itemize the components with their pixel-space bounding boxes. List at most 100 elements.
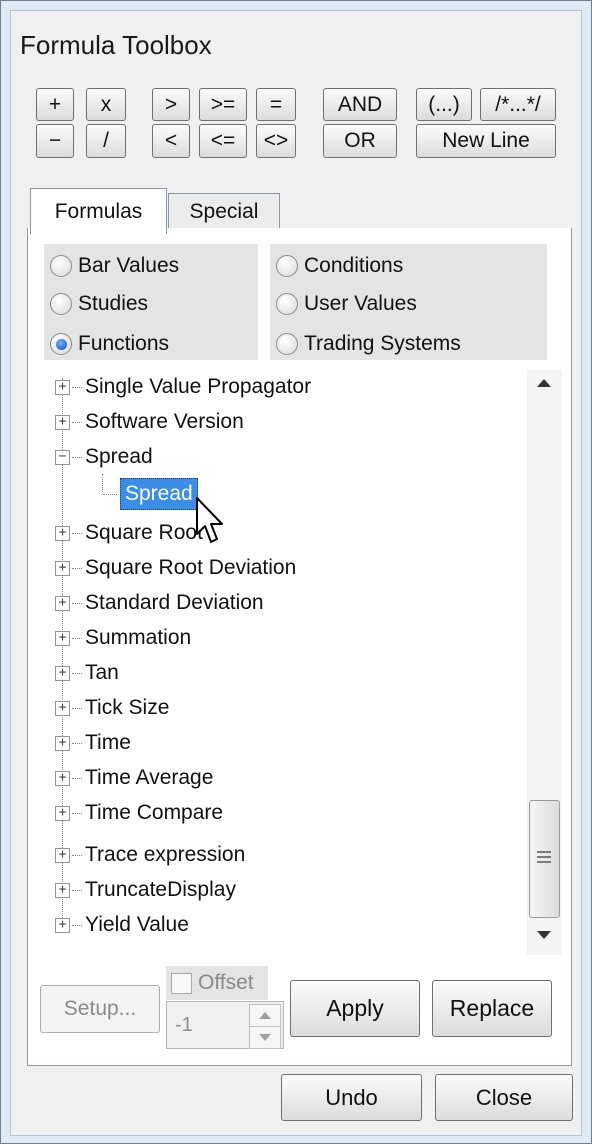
apply-button[interactable]: Apply [290,980,420,1037]
less-equal-button[interactable]: <= [199,124,247,158]
window-title: Formula Toolbox [20,30,212,60]
tree-item[interactable]: + Tan [55,656,119,690]
expand-icon[interactable]: + [55,917,70,933]
offset-spinbox[interactable]: -1 [166,1001,284,1049]
radio-studies[interactable]: Studies [50,292,148,316]
tree-item[interactable]: + Time Average [55,761,213,795]
spin-up-button[interactable] [249,1004,281,1027]
radio-functions[interactable]: Functions [50,332,169,356]
divide-button[interactable]: / [86,124,126,158]
tree-item-label: Standard Deviation [85,591,264,614]
expand-icon[interactable]: + [55,379,70,395]
tree-item[interactable]: + Time Compare [55,796,223,830]
radio-icon [276,333,298,355]
tree-item[interactable]: + Software Version [55,405,244,439]
tree-item[interactable]: + Trace expression [55,838,245,872]
spin-down-button[interactable] [249,1026,281,1049]
tree-child-item-selected[interactable]: Spread [103,477,198,511]
expand-icon[interactable]: + [55,735,70,751]
plus-button[interactable]: + [36,88,74,121]
tree-item-label: Yield Value [85,913,189,936]
multiply-button[interactable]: x [86,88,126,121]
tree-item[interactable]: + Yield Value [55,908,189,942]
tree-item-label: Trace expression [85,843,246,866]
undo-button[interactable]: Undo [281,1074,422,1121]
tab-special[interactable]: Special [168,193,280,229]
tree-item[interactable]: + TruncateDisplay [55,873,236,907]
radio-label: Studies [78,292,149,315]
tree-item-label: Tan [85,661,119,684]
setup-button[interactable]: Setup... [40,985,160,1033]
tree-item[interactable]: + Summation [55,621,191,655]
and-button[interactable]: AND [323,88,397,121]
scroll-down-icon[interactable] [536,930,552,940]
offset-checkbox[interactable]: Offset [166,966,268,1000]
tree-item[interactable]: + Single Value Propagator [55,370,311,404]
tree-item-label: Software Version [85,410,244,433]
checkbox-icon [171,972,192,994]
tab-formulas[interactable]: Formulas [30,188,167,234]
expand-icon[interactable]: + [55,665,70,681]
tree-item-label: Time [85,731,131,754]
tree-item[interactable]: + Square Root Deviation [55,551,296,585]
spin-down-icon [259,1034,271,1041]
radio-icon [276,255,298,277]
radio-icon [50,255,72,277]
tree-item-label: Spread [85,445,153,468]
tree-item-label: Square Root [85,521,203,544]
radio-conditions[interactable]: Conditions [276,254,403,278]
close-button[interactable]: Close [435,1074,573,1121]
not-equal-button[interactable]: <> [256,124,296,158]
tree-item[interactable]: + Square Root [55,516,203,550]
minus-button[interactable]: − [36,124,74,158]
less-than-button[interactable]: < [152,124,190,158]
radio-label: Functions [78,332,170,355]
tree-item[interactable]: + Tick Size [55,691,169,725]
comment-button[interactable]: /*...*/ [480,88,556,121]
radio-label: Bar Values [78,254,180,277]
mouse-cursor-icon [196,497,223,543]
radio-label: Conditions [304,254,404,277]
expand-icon[interactable]: + [55,595,70,611]
radio-user-values[interactable]: User Values [276,292,417,316]
tree-item[interactable]: − Spread [55,440,153,474]
expand-icon[interactable]: + [55,770,70,786]
radio-label: User Values [304,292,417,315]
spin-up-icon [259,1012,271,1019]
replace-button[interactable]: Replace [432,980,552,1037]
greater-equal-button[interactable]: >= [199,88,247,121]
tree-item-label: Square Root Deviation [85,556,297,579]
radio-bar-values[interactable]: Bar Values [50,254,179,278]
radio-label: Trading Systems [304,332,461,355]
radio-selected-icon [50,333,72,355]
tree-item-label: Summation [85,626,192,649]
expand-icon[interactable]: + [55,847,70,863]
tree-item-label: TruncateDisplay [85,878,236,901]
tree-item-label: Tick Size [85,696,170,719]
tree-item[interactable]: + Standard Deviation [55,586,264,620]
expand-icon[interactable]: + [55,414,70,430]
expand-icon[interactable]: + [55,882,70,898]
expand-icon[interactable]: + [55,805,70,821]
offset-value: -1 [175,1014,193,1036]
greater-than-button[interactable]: > [152,88,190,121]
tree-item-label: Time Average [85,766,214,789]
scroll-grip-icon [537,851,551,863]
expand-icon[interactable]: + [55,630,70,646]
tree-item[interactable]: + Time [55,726,131,760]
tree-item-label: Single Value Propagator [85,375,312,398]
new-line-button[interactable]: New Line [416,124,556,158]
tree-item-label: Time Compare [85,801,224,824]
offset-label: Offset [198,971,254,994]
collapse-icon[interactable]: − [55,449,70,465]
or-button[interactable]: OR [323,124,397,158]
expand-icon[interactable]: + [55,560,70,576]
equals-button[interactable]: = [256,88,296,121]
expand-icon[interactable]: + [55,700,70,716]
parentheses-button[interactable]: (...) [416,88,472,121]
radio-icon [50,293,72,315]
radio-icon [276,293,298,315]
scroll-up-icon[interactable] [536,378,552,388]
expand-icon[interactable]: + [55,525,70,541]
radio-trading-systems[interactable]: Trading Systems [276,332,461,356]
